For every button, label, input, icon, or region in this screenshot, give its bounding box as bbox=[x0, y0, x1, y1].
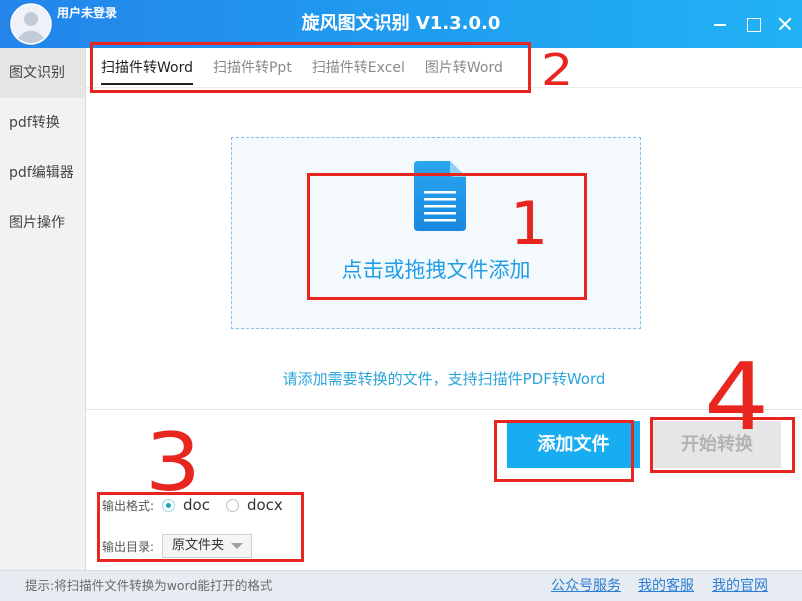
start-convert-button[interactable]: 开始转换 bbox=[653, 421, 781, 468]
document-fold bbox=[450, 161, 466, 177]
close-icon[interactable] bbox=[775, 14, 795, 34]
output-format-label: 输出格式: bbox=[102, 498, 155, 513]
link-customer-service[interactable]: 我的客服 bbox=[638, 571, 694, 601]
output-dir-row: 输出目录: 原文件夹 bbox=[102, 534, 252, 558]
sidebar-item-ocr[interactable]: 图文识别 bbox=[0, 48, 85, 98]
document-line bbox=[424, 212, 456, 215]
hint-text: 请添加需要转换的文件，支持扫描件PDF转Word bbox=[282, 370, 606, 388]
document-line bbox=[424, 191, 456, 194]
document-icon bbox=[414, 161, 466, 231]
tab-bar: 扫描件转Word 扫描件转Ppt 扫描件转Excel 图片转Word bbox=[86, 48, 802, 88]
tab-image-to-word[interactable]: 图片转Word bbox=[425, 48, 503, 87]
sidebar-item-pdf-editor[interactable]: pdf编辑器 bbox=[0, 148, 85, 198]
tab-scan-to-word[interactable]: 扫描件转Word bbox=[101, 48, 193, 87]
format-doc-label[interactable]: doc bbox=[183, 496, 210, 514]
tab-scan-to-ppt[interactable]: 扫描件转Ppt bbox=[213, 48, 292, 87]
document-line bbox=[424, 205, 456, 208]
app-title: 旋风图文识别 V1.3.0.0 bbox=[301, 13, 501, 34]
add-file-button[interactable]: 添加文件 bbox=[507, 421, 640, 468]
format-doc-radio[interactable] bbox=[162, 498, 175, 512]
maximize-icon[interactable] bbox=[743, 14, 763, 34]
output-dir-select[interactable]: 原文件夹 bbox=[162, 534, 252, 558]
format-docx-radio[interactable] bbox=[225, 498, 239, 512]
minimize-icon[interactable] bbox=[710, 14, 730, 34]
output-format-row: 输出格式: doc docx bbox=[102, 493, 283, 517]
main-panel: 扫描件转Word 扫描件转Ppt 扫描件转Excel 图片转Word 点击或拖拽… bbox=[86, 48, 802, 570]
chevron-down-icon bbox=[231, 543, 243, 549]
link-official-account[interactable]: 公众号服务 bbox=[551, 571, 621, 601]
file-drop-zone[interactable]: 点击或拖拽文件添加 bbox=[231, 137, 641, 329]
status-bar: 提示:将扫描件文件转换为word能打开的格式 公众号服务 我的客服 我的官网 bbox=[0, 570, 802, 601]
divider bbox=[86, 409, 802, 410]
output-dir-label: 输出目录: bbox=[102, 539, 155, 554]
format-docx-label[interactable]: docx bbox=[247, 496, 283, 514]
document-line bbox=[424, 198, 456, 201]
sidebar: 图文识别 pdf转换 pdf编辑器 图片操作 bbox=[0, 48, 86, 570]
drop-zone-label: 点击或拖拽文件添加 bbox=[341, 258, 531, 282]
link-official-site[interactable]: 我的官网 bbox=[712, 571, 768, 601]
document-line bbox=[424, 219, 456, 222]
sidebar-item-pdf-convert[interactable]: pdf转换 bbox=[0, 98, 85, 148]
sidebar-item-image-ops[interactable]: 图片操作 bbox=[0, 198, 85, 248]
tab-scan-to-excel[interactable]: 扫描件转Excel bbox=[312, 48, 405, 87]
title-bar: 用户未登录 旋风图文识别 V1.3.0.0 bbox=[0, 0, 802, 48]
status-tip: 提示:将扫描件文件转换为word能打开的格式 bbox=[25, 578, 273, 593]
output-dir-value: 原文件夹 bbox=[172, 538, 225, 553]
